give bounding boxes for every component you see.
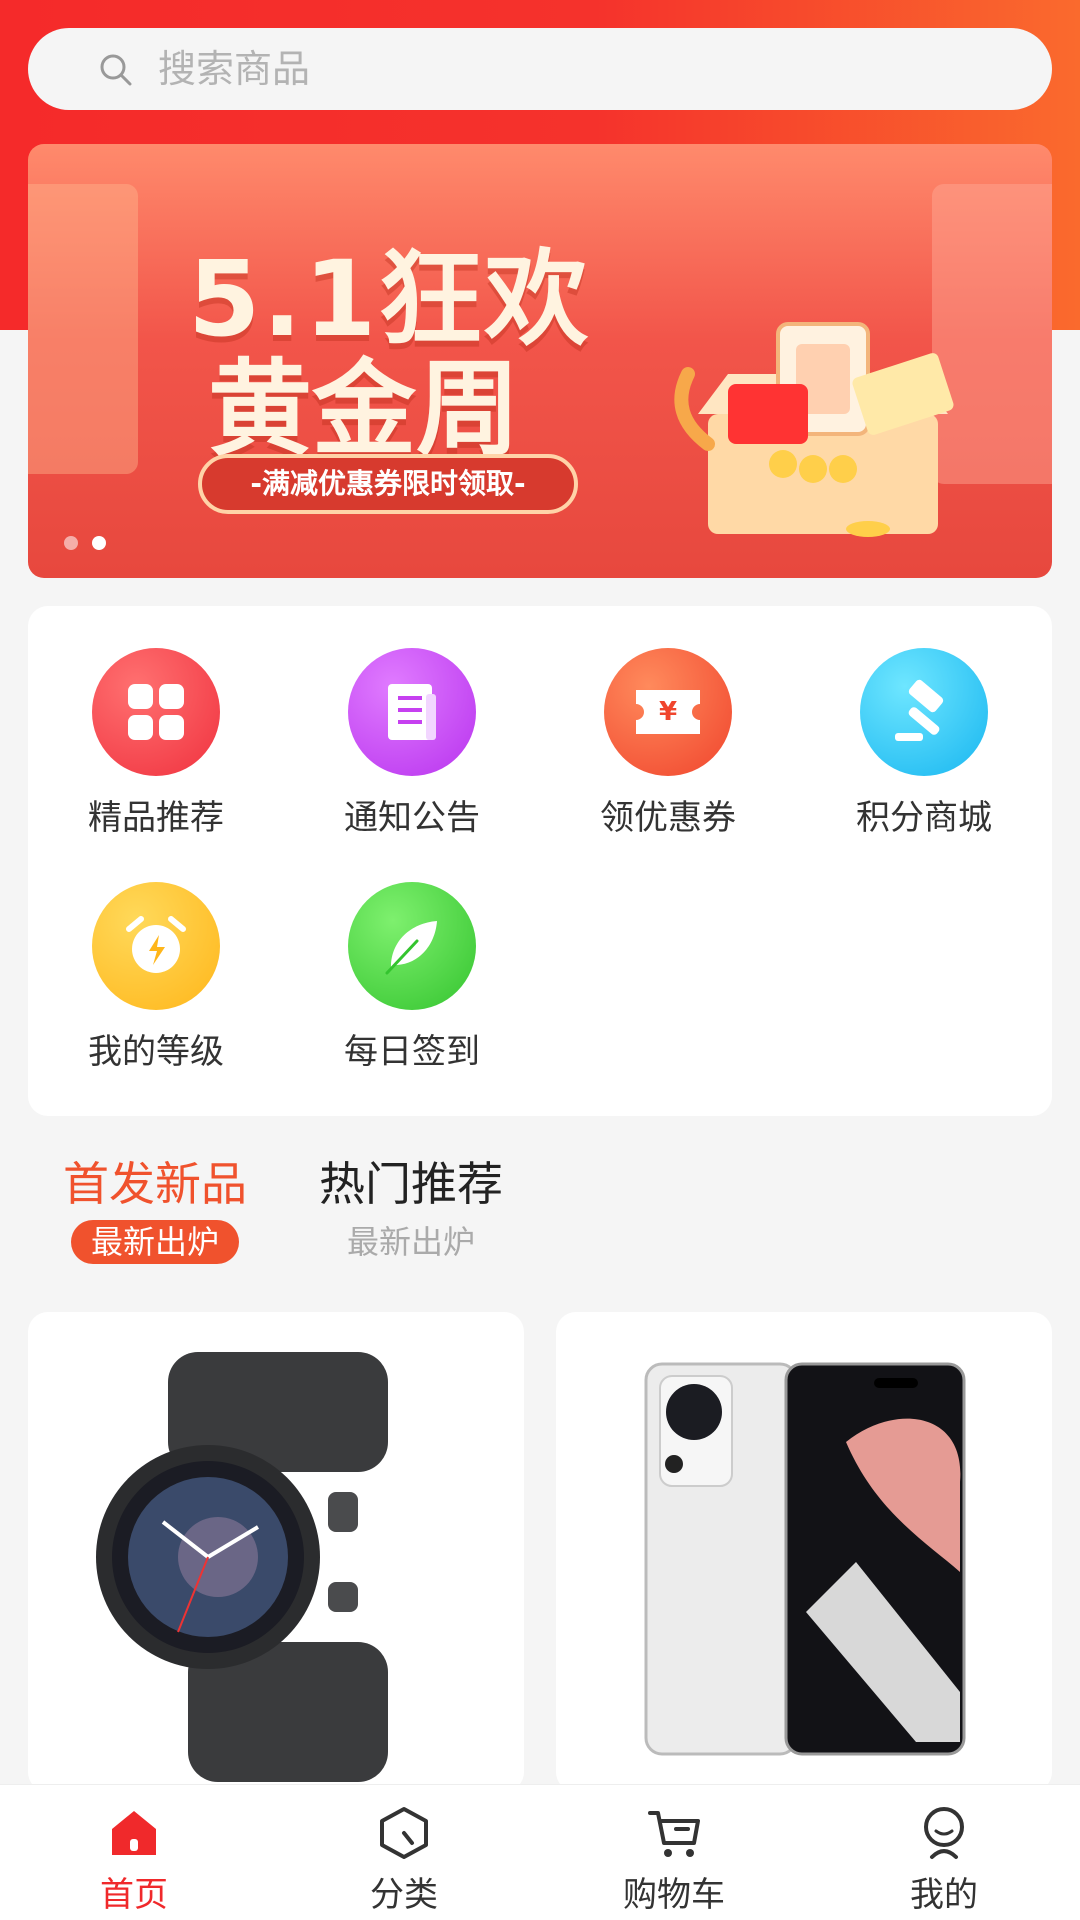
tab-title: 热门推荐 [319, 1157, 503, 1211]
bottom-tabbar: 首页 分类 购物车 我的 [0, 1784, 1080, 1920]
tab-hot-recommend[interactable]: 热门推荐 最新出炉 [316, 1156, 506, 1264]
cart-icon [648, 1811, 700, 1857]
product-tabs: 首发新品 最新出炉 热门推荐 最新出炉 [0, 1156, 1080, 1276]
menu-label: 我的等级 [88, 1032, 224, 1072]
tabbar-item-profile[interactable]: 我的 [844, 1803, 1044, 1915]
alarm-icon [92, 882, 220, 1010]
gavel-icon [860, 648, 988, 776]
menu-label: 通知公告 [344, 798, 480, 838]
document-icon [348, 648, 476, 776]
tabbar-label: 我的 [910, 1875, 978, 1915]
tab-subtitle: 最新出炉 [346, 1223, 475, 1261]
tabbar-item-home[interactable]: 首页 [34, 1803, 234, 1915]
gift-box-illustration [674, 322, 954, 537]
promo-banner[interactable]: 5.1狂欢 黄金周 -满减优惠券限时领取- [28, 144, 1052, 578]
tab-new-arrivals[interactable]: 首发新品 最新出炉 [60, 1156, 250, 1264]
menu-item-daily-checkin[interactable]: 每日签到 [322, 882, 502, 1072]
tabbar-label: 分类 [370, 1875, 438, 1915]
product-card-phone[interactable] [556, 1312, 1052, 1792]
tabbar-item-cart[interactable]: 购物车 [574, 1803, 774, 1915]
search-icon [100, 54, 132, 86]
banner-ribbon: -满减优惠券限时领取- [198, 454, 578, 514]
menu-item-coupon[interactable]: ¥ 领优惠券 [578, 648, 758, 838]
menu-item-my-level[interactable]: 我的等级 [66, 882, 246, 1072]
svg-text:¥: ¥ [659, 697, 677, 727]
tabbar-item-category[interactable]: 分类 [304, 1803, 504, 1915]
grid-icon [92, 648, 220, 776]
menu-label: 精品推荐 [88, 798, 224, 838]
feather-icon [348, 882, 476, 1010]
menu-label: 领优惠券 [600, 798, 736, 838]
tabbar-label: 首页 [100, 1875, 168, 1915]
menu-item-points-mall[interactable]: 积分商城 [834, 648, 1014, 838]
menu-item-notice[interactable]: 通知公告 [322, 648, 502, 838]
banner-title-line2: 黄金周 [208, 348, 521, 470]
banner-dot[interactable] [64, 536, 78, 550]
phone-image [644, 1362, 966, 1756]
tab-title: 首发新品 [63, 1157, 247, 1211]
menu-label: 每日签到 [344, 1032, 480, 1072]
quick-menu-card: 精品推荐 通知公告 ¥ 领优惠券 积分商城 我的等级 每日签到 [28, 606, 1052, 1116]
profile-icon [924, 1807, 964, 1859]
coupon-icon: ¥ [604, 648, 732, 776]
home-icon [112, 1811, 156, 1855]
tabbar-label: 购物车 [623, 1875, 725, 1915]
smartwatch-image [96, 1352, 388, 1782]
tab-subtitle-badge: 最新出炉 [70, 1220, 239, 1264]
banner-pagination[interactable] [64, 536, 106, 550]
category-icon [380, 1807, 428, 1859]
menu-item-featured[interactable]: 精品推荐 [66, 648, 246, 838]
search-bar[interactable]: 搜索商品 [28, 28, 1052, 110]
product-card-watch[interactable] [28, 1312, 524, 1792]
search-placeholder[interactable]: 搜索商品 [158, 46, 310, 92]
banner-store-decoration [28, 184, 138, 474]
banner-dot-active[interactable] [92, 536, 106, 550]
menu-label: 积分商城 [856, 798, 992, 838]
